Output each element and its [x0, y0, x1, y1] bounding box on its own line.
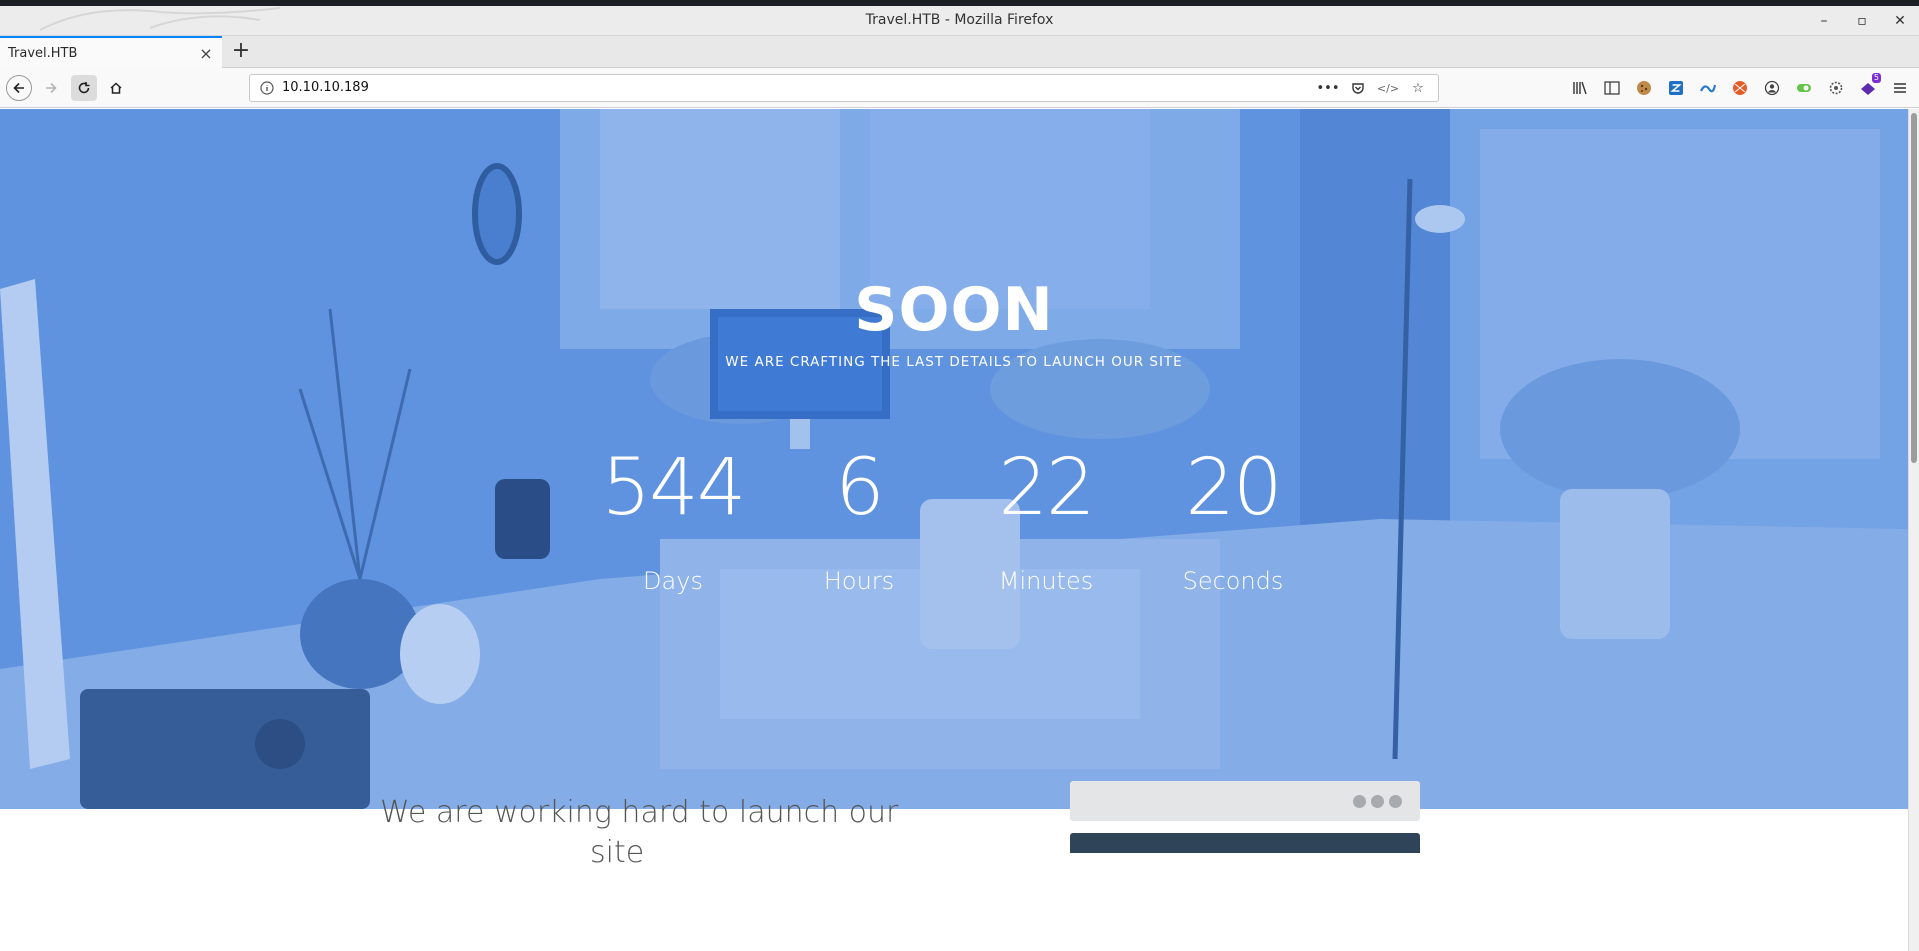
hero-tagline: WE ARE CRAFTING THE LAST DETAILS TO LAUN… — [725, 354, 1183, 370]
menu-icon[interactable] — [1887, 75, 1913, 101]
browser-mockup-body — [1070, 833, 1420, 853]
browser-mockup-header — [1070, 781, 1420, 821]
extension-icon[interactable] — [1695, 75, 1721, 101]
back-icon[interactable] — [6, 75, 32, 101]
library-icon[interactable] — [1567, 75, 1593, 101]
forward-icon[interactable] — [38, 75, 64, 101]
maximize-icon[interactable]: ▫ — [1843, 6, 1881, 36]
close-icon[interactable]: ✕ — [1881, 6, 1919, 36]
url-bar[interactable]: 10.10.10.189 ••• </> ☆ — [249, 74, 1439, 102]
hero-blue-overlay — [0, 109, 1908, 809]
new-tab-icon[interactable]: + — [228, 38, 254, 64]
extension-ball-icon[interactable] — [1727, 75, 1753, 101]
minimize-icon[interactable]: – — [1805, 6, 1843, 36]
reload-icon[interactable] — [71, 75, 97, 101]
scrollbar-thumb[interactable] — [1911, 113, 1917, 463]
url-text[interactable]: 10.10.10.189 — [282, 80, 369, 95]
countdown-hours-value: 6 — [835, 443, 885, 533]
page-content: SOON WE ARE CRAFTING THE LAST DETAILS TO… — [0, 109, 1908, 951]
tab-title: Travel.HTB — [8, 45, 78, 61]
extension-badge: 5 — [1871, 73, 1881, 83]
cookie-icon[interactable] — [1631, 75, 1657, 101]
mockup-dot-icon — [1371, 795, 1384, 808]
pocket-icon[interactable] — [1346, 78, 1370, 98]
hero-headline: SOON — [854, 275, 1054, 345]
code-icon[interactable]: </> — [1376, 78, 1400, 98]
countdown-minutes: 22 Minutes — [966, 449, 1126, 595]
tab-strip: Travel.HTB × + — [0, 36, 1919, 68]
section-heading-line1: We are working hard to launch our — [380, 795, 899, 830]
account-icon[interactable] — [1759, 75, 1785, 101]
extension-green-icon[interactable] — [1791, 75, 1817, 101]
window-title: Travel.HTB - Mozilla Firefox — [865, 12, 1054, 28]
site-info-icon[interactable] — [260, 81, 274, 95]
countdown-seconds-value: 20 — [1185, 443, 1282, 533]
tab-travel-htb[interactable]: Travel.HTB × — [0, 36, 222, 68]
countdown-seconds: 20 Seconds — [1153, 449, 1313, 595]
tab-close-icon[interactable]: × — [194, 44, 218, 63]
countdown-hours-label: Hours — [823, 567, 895, 595]
countdown-minutes-value: 22 — [998, 443, 1095, 533]
countdown-seconds-label: Seconds — [1182, 567, 1284, 595]
mockup-dot-icon — [1353, 795, 1366, 808]
navigation-toolbar: 10.10.10.189 ••• </> ☆ 5 — [0, 68, 1919, 108]
bookmark-star-icon[interactable]: ☆ — [1406, 78, 1430, 98]
sidebar-icon[interactable] — [1599, 75, 1625, 101]
extension-z-icon[interactable] — [1663, 75, 1689, 101]
settings-icon[interactable] — [1823, 75, 1849, 101]
hero-section: SOON WE ARE CRAFTING THE LAST DETAILS TO… — [0, 109, 1908, 809]
window-titlebar: Travel.HTB - Mozilla Firefox – ▫ ✕ — [0, 6, 1919, 36]
page-actions-icon[interactable]: ••• — [1316, 78, 1340, 98]
section-heading-line2: site — [590, 835, 645, 870]
extension-purple-icon[interactable]: 5 — [1855, 73, 1881, 101]
countdown-minutes-label: Minutes — [998, 567, 1094, 595]
countdown-hours: 6 Hours — [779, 449, 939, 595]
countdown-days-label: Days — [643, 567, 703, 595]
countdown-days-value: 544 — [601, 443, 747, 533]
page-scrollbar[interactable] — [1908, 109, 1919, 951]
countdown-days: 544 Days — [593, 449, 753, 595]
home-icon[interactable] — [103, 75, 129, 101]
mockup-dot-icon — [1389, 795, 1402, 808]
